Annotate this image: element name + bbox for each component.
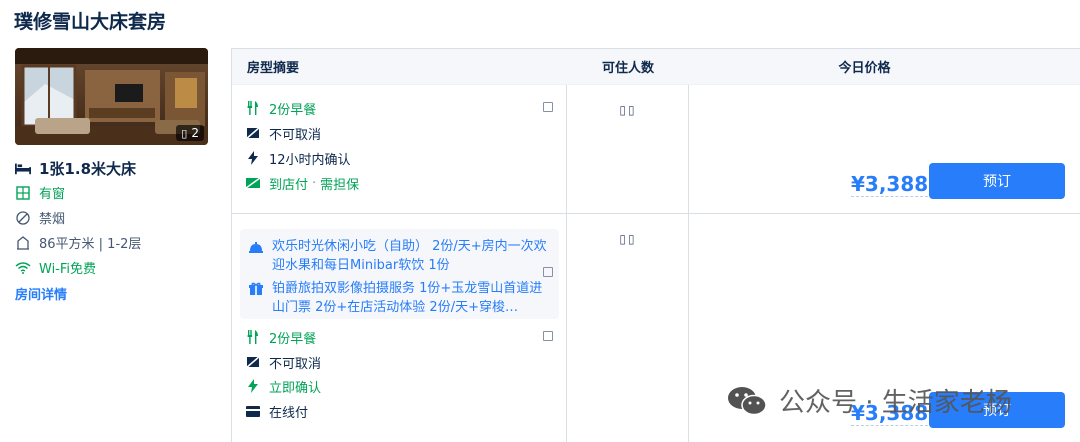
payment-label: 在线付 xyxy=(269,405,309,421)
area-label: 86平方米 | 1-2层 xyxy=(39,237,142,252)
perk-item: 铂爵旅拍双影像拍摄服务 1份+玉龙雪山首道进山门票 2份+在店活动体验 2份/天… xyxy=(249,279,552,317)
watermark: 公众号 · 生活家老杨 xyxy=(727,382,1012,419)
lightning-icon xyxy=(246,151,260,165)
payment-policy: 在线付 xyxy=(246,402,309,421)
window-info: 有窗 xyxy=(15,180,215,205)
breakfast-policy: 2份早餐 xyxy=(246,328,317,347)
header-price: 今日价格 xyxy=(838,61,891,76)
photo-count: 2 xyxy=(191,126,199,140)
info-icon[interactable] xyxy=(543,331,553,341)
room-detail-link[interactable]: 房间详情 xyxy=(15,284,67,303)
guest-capacity: ▯▯ xyxy=(567,214,689,442)
header-guests: 可住人数 xyxy=(601,61,654,76)
info-icon[interactable] xyxy=(543,102,553,112)
header-summary: 房型摘要 xyxy=(247,61,300,76)
bed-info: 1张1.8米大床 xyxy=(15,156,215,180)
guest-icons: ▯▯ xyxy=(619,103,637,117)
cancel-label: 不可取消 xyxy=(269,356,322,372)
gift-icon xyxy=(249,282,263,296)
no-cancel-icon xyxy=(246,355,260,369)
package-perks: 欢乐时光休闲小吃（自助） 2份/天+房内一次欢迎水果和每日Minibar软饮 1… xyxy=(240,229,559,319)
wifi-info: Wi-Fi免费 xyxy=(15,255,215,280)
cancel-policy: 不可取消 xyxy=(246,124,322,143)
perk-text: 铂爵旅拍双影像拍摄服务 1份+玉龙雪山首道进山门票 2份+在店活动体验 2份/天… xyxy=(272,281,543,315)
photo-count-badge[interactable]: ▯ 2 xyxy=(176,125,204,141)
smoking-label: 禁烟 xyxy=(39,212,66,227)
rate-summary: 2份早餐 不可取消 12小时内确认 到店付 · 需担保 xyxy=(232,85,567,213)
no-smoking-icon xyxy=(15,210,31,226)
area-info: 86平方米 | 1-2层 xyxy=(15,230,215,255)
confirm-policy: 立即确认 xyxy=(246,377,322,396)
cancel-policy: 不可取消 xyxy=(246,353,322,372)
room-photo[interactable]: ▯ 2 xyxy=(15,48,208,145)
service-bell-icon xyxy=(249,240,263,254)
price-cell: ¥3,388 预订 xyxy=(689,85,1080,213)
confirm-label: 12小时内确认 xyxy=(269,152,351,168)
book-button[interactable]: 预订 xyxy=(929,163,1065,199)
wifi-icon xyxy=(15,260,31,276)
perk-item: 欢乐时光休闲小吃（自助） 2份/天+房内一次欢迎水果和每日Minibar软饮 1… xyxy=(249,237,552,275)
room-title: 璞修雪山大床套房 xyxy=(14,11,167,33)
table-header: 房型摘要 可住人数 今日价格 xyxy=(232,49,1080,85)
wechat-logo-icon xyxy=(727,385,767,417)
rate-row: 2份早餐 不可取消 12小时内确认 到店付 · 需担保 ▯▯ ¥3,388 预订 xyxy=(232,85,1080,214)
info-icon[interactable] xyxy=(543,267,553,277)
lightning-icon xyxy=(246,379,260,393)
payment-note: 需担保 xyxy=(320,177,360,193)
guest-icons: ▯▯ xyxy=(619,232,637,246)
payment-policy: 到店付 · 需担保 xyxy=(246,174,360,193)
credit-card-icon xyxy=(246,404,260,418)
guest-capacity: ▯▯ xyxy=(567,85,689,213)
image-icon: ▯ xyxy=(181,126,188,140)
cancel-label: 不可取消 xyxy=(269,127,322,143)
payment-label: 到店付 xyxy=(269,177,309,193)
watermark-text: 公众号 · 生活家老杨 xyxy=(779,388,1012,418)
bed-label: 1张1.8米大床 xyxy=(39,159,137,178)
no-cancel-icon xyxy=(246,126,260,140)
price[interactable]: ¥3,388 xyxy=(851,172,929,197)
rate-summary: 欢乐时光休闲小吃（自助） 2份/天+房内一次欢迎水果和每日Minibar软饮 1… xyxy=(232,214,567,442)
breakfast-label: 2份早餐 xyxy=(269,331,317,347)
confirm-label: 立即确认 xyxy=(269,380,322,396)
wifi-label: Wi-Fi免费 xyxy=(39,262,97,277)
perk-text: 欢乐时光休闲小吃（自助） 2份/天+房内一次欢迎水果和每日Minibar软饮 1… xyxy=(272,239,547,273)
bed-icon xyxy=(15,160,31,176)
breakfast-policy: 2份早餐 xyxy=(246,99,317,118)
confirm-policy: 12小时内确认 xyxy=(246,149,351,168)
fork-knife-icon xyxy=(246,330,260,344)
fork-knife-icon xyxy=(246,101,260,115)
separator-dot: · xyxy=(312,175,317,191)
room-facilities: 1张1.8米大床 有窗 禁烟 86平方米 | 1-2层 Wi-Fi免费 xyxy=(15,156,215,280)
area-icon xyxy=(15,235,31,251)
pay-card-icon xyxy=(246,176,260,190)
breakfast-label: 2份早餐 xyxy=(269,102,317,118)
window-label: 有窗 xyxy=(39,187,66,202)
smoking-info: 禁烟 xyxy=(15,205,215,230)
window-icon xyxy=(15,185,31,201)
